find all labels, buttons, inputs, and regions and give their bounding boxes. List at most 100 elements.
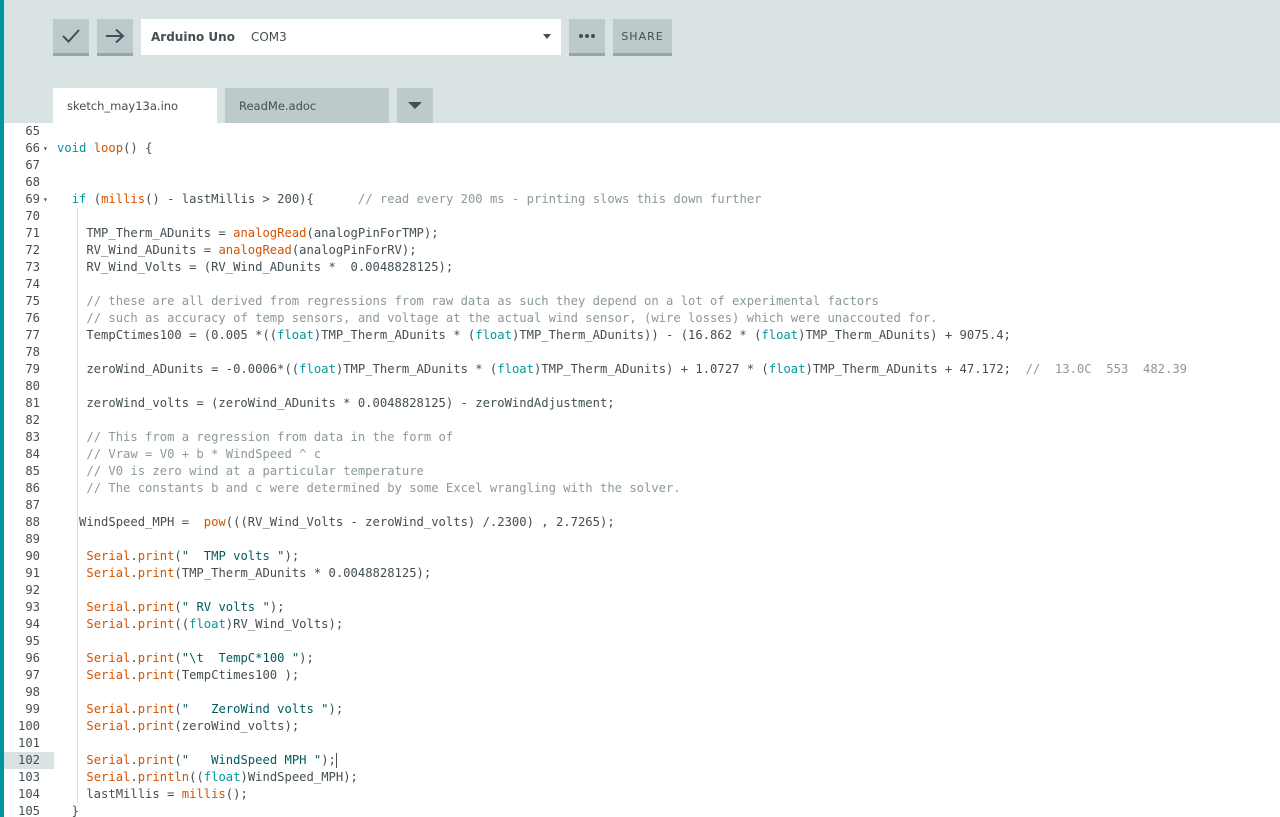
code-text: // these are all derived from regression… (86, 294, 879, 308)
code-text: lastMillis = millis(); (57, 787, 248, 801)
verify-button[interactable] (53, 19, 89, 56)
fold-toggle-icon[interactable]: ▾ (43, 140, 48, 157)
code-line[interactable]: 96 Serial.print("\t TempC*100 "); (4, 650, 1280, 667)
code-line[interactable]: 102 Serial.print(" WindSpeed MPH "); (4, 752, 1280, 769)
line-number: 101 (17, 736, 40, 750)
tab-sketch[interactable]: sketch_may13a.ino (53, 88, 217, 123)
code-line[interactable]: 70 (4, 208, 1280, 225)
line-number: 83 (25, 430, 40, 444)
code-text: // such as accuracy of temp sensors, and… (86, 311, 938, 325)
more-options-button[interactable] (569, 19, 605, 56)
line-number: 102 (4, 752, 54, 769)
code-line[interactable]: 92 (4, 582, 1280, 599)
tab-label: sketch_may13a.ino (67, 98, 179, 113)
code-text: RV_Wind_Volts = (RV_Wind_ADunits * 0.004… (57, 260, 454, 274)
code-line[interactable]: 79 zeroWind_ADunits = -0.0006*((float)TM… (4, 361, 1280, 378)
line-number: 97 (25, 668, 40, 682)
code-line[interactable]: 88 WindSpeed_MPH = pow(((RV_Wind_Volts -… (4, 514, 1280, 531)
code-text: Serial.print("\t TempC*100 "); (86, 651, 314, 665)
code-line[interactable]: 66 ▾ void loop() { (4, 140, 1280, 157)
line-number: 85 (25, 464, 40, 478)
upload-button[interactable] (97, 19, 133, 56)
line-number: 73 (25, 260, 40, 274)
line-number: 105 (17, 804, 40, 817)
code-line[interactable]: 89 (4, 531, 1280, 548)
line-number: 103 (17, 770, 40, 784)
code-text: if (millis() - lastMillis > 200){ // rea… (71, 192, 762, 206)
code-line[interactable]: 73 RV_Wind_Volts = (RV_Wind_ADunits * 0.… (4, 259, 1280, 276)
code-line[interactable]: 71 TMP_Therm_ADunits = analogRead(analog… (4, 225, 1280, 242)
code-editor[interactable]: 65 66 ▾ void loop() {67 68 69 ▾ if (millis() -… (4, 123, 1280, 817)
line-number: 72 (25, 243, 40, 257)
indent-guide (77, 684, 78, 701)
line-number: 87 (25, 498, 40, 512)
line-number: 95 (25, 634, 40, 648)
tab-label: ReadMe.adoc (239, 98, 317, 113)
code-line[interactable]: 91 Serial.print(TMP_Therm_ADunits * 0.00… (4, 565, 1280, 582)
code-line[interactable]: 83 // This from a regression from data i… (4, 429, 1280, 446)
line-number: 65 (25, 124, 40, 138)
indent-guide (77, 208, 78, 225)
code-text: Serial.print(" ZeroWind volts "); (86, 702, 344, 716)
code-line[interactable]: 69 ▾ if (millis() - lastMillis > 200){ //… (4, 191, 1280, 208)
code-line[interactable]: 85 // V0 is zero wind at a particular te… (4, 463, 1280, 480)
indent-guide (77, 412, 78, 429)
code-line[interactable]: 80 (4, 378, 1280, 395)
line-number: 90 (25, 549, 40, 563)
code-text: void loop() { (57, 141, 153, 155)
line-number: 86 (25, 481, 40, 495)
code-line[interactable]: 100 Serial.print(zeroWind_volts); (4, 718, 1280, 735)
code-line[interactable]: 97 Serial.print(TempCtimes100 ); (4, 667, 1280, 684)
share-label: SHARE (621, 29, 664, 43)
code-line[interactable]: 74 (4, 276, 1280, 293)
code-line[interactable]: 105 } (4, 803, 1280, 817)
code-line[interactable]: 77 TempCtimes100 = (0.005 *((float)TMP_T… (4, 327, 1280, 344)
fold-toggle-icon[interactable]: ▾ (43, 191, 48, 208)
code-line[interactable]: 84 // Vraw = V0 + b * WindSpeed ^ c (4, 446, 1280, 463)
line-number: 67 (25, 158, 40, 172)
code-line[interactable]: 76 // such as accuracy of temp sensors, … (4, 310, 1280, 327)
line-number: 80 (25, 379, 40, 393)
line-number: 93 (25, 600, 40, 614)
indent-guide (77, 633, 78, 650)
code-text: RV_Wind_ADunits = analogRead(analogPinFo… (57, 243, 417, 257)
code-line[interactable]: 87 (4, 497, 1280, 514)
line-number: 76 (25, 311, 40, 325)
line-number: 96 (25, 651, 40, 665)
code-line[interactable]: 94 Serial.print((float)RV_Wind_Volts); (4, 616, 1280, 633)
line-number: 98 (25, 685, 40, 699)
share-button[interactable]: SHARE (613, 19, 672, 56)
tab-menu-button[interactable] (397, 88, 433, 123)
line-number: 71 (25, 226, 40, 240)
line-number: 104 (17, 787, 40, 801)
arrow-right-icon (106, 28, 125, 44)
code-line[interactable]: 93 Serial.print(" RV volts "); (4, 599, 1280, 616)
code-line[interactable]: 75 // these are all derived from regress… (4, 293, 1280, 310)
code-line[interactable]: 81 zeroWind_volts = (zeroWind_ADunits * … (4, 395, 1280, 412)
tab-readme[interactable]: ReadMe.adoc (225, 88, 389, 123)
code-line[interactable]: 68 (4, 174, 1280, 191)
code-text: zeroWind_ADunits = -0.0006*((float)TMP_T… (57, 362, 1188, 376)
code-line[interactable]: 103 Serial.println((float)WindSpeed_MPH)… (4, 769, 1280, 786)
code-line[interactable]: 99 Serial.print(" ZeroWind volts "); (4, 701, 1280, 718)
code-line[interactable]: 86 // The constants b and c were determi… (4, 480, 1280, 497)
code-line[interactable]: 95 (4, 633, 1280, 650)
line-number: 79 (25, 362, 40, 376)
code-line[interactable]: 72 RV_Wind_ADunits = analogRead(analogPi… (4, 242, 1280, 259)
code-line[interactable]: 67 (4, 157, 1280, 174)
board-port-selector[interactable]: Arduino Uno COM3 (141, 19, 561, 55)
code-line[interactable]: 101 (4, 735, 1280, 752)
code-line[interactable]: 90 Serial.print(" TMP volts "); (4, 548, 1280, 565)
indent-guide (77, 276, 78, 293)
line-number: 66 (25, 141, 40, 155)
code-line[interactable]: 98 (4, 684, 1280, 701)
code-text: Serial.print((float)RV_Wind_Volts); (86, 617, 344, 631)
code-line[interactable]: 78 (4, 344, 1280, 361)
check-icon (62, 29, 80, 43)
code-text: } (57, 804, 80, 817)
code-text: Serial.print(" TMP volts "); (86, 549, 300, 563)
line-number: 77 (25, 328, 40, 342)
code-line[interactable]: 65 (4, 123, 1280, 140)
code-line[interactable]: 82 (4, 412, 1280, 429)
code-line[interactable]: 104 lastMillis = millis(); (4, 786, 1280, 803)
